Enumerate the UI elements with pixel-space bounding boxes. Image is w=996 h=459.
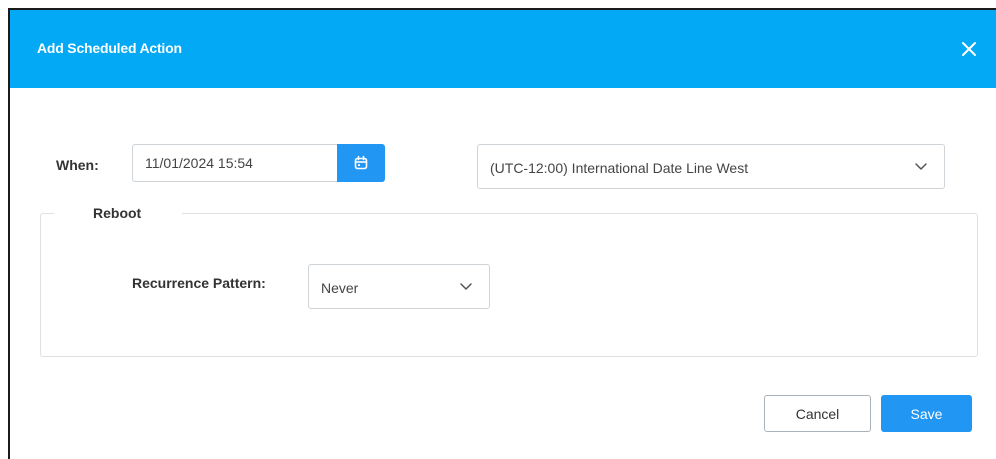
cancel-button[interactable]: Cancel [764, 395, 871, 432]
timezone-select[interactable]: (UTC-12:00) International Date Line West [477, 144, 945, 189]
recurrence-pattern-label: Recurrence Pattern: [132, 275, 266, 291]
add-scheduled-action-dialog: Add Scheduled Action When: (UTC-12:00) I… [8, 8, 996, 459]
close-button[interactable] [958, 38, 980, 60]
fieldset-legend: Reboot [93, 205, 142, 221]
when-label: When: [56, 157, 99, 173]
save-button[interactable]: Save [881, 395, 972, 432]
recurrence-pattern-select[interactable]: Never [308, 264, 490, 309]
chevron-down-icon [460, 283, 472, 290]
chevron-down-icon [915, 163, 927, 170]
recurrence-selected-value: Never [321, 280, 359, 296]
calendar-button[interactable] [337, 144, 385, 182]
close-icon [962, 42, 976, 56]
dialog-header: Add Scheduled Action [10, 10, 996, 88]
datetime-input[interactable] [132, 144, 338, 182]
calendar-icon [354, 155, 368, 170]
dialog-title: Add Scheduled Action [37, 40, 182, 56]
timezone-selected-value: (UTC-12:00) International Date Line West [490, 160, 749, 176]
